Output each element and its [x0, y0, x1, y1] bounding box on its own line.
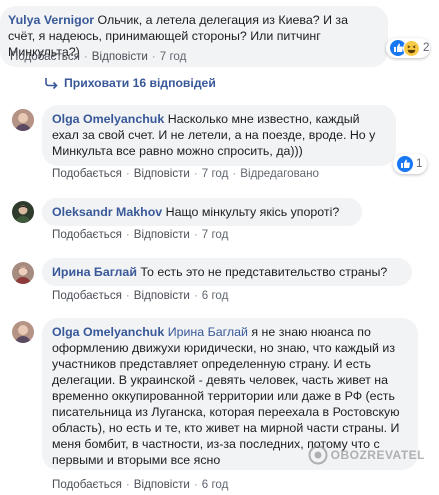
comment-text: То есть это не представительство страны?: [140, 265, 388, 279]
avatar[interactable]: [12, 201, 34, 223]
like-link[interactable]: Подобається: [10, 50, 80, 63]
reaction-count: 2: [423, 42, 430, 54]
reply-link[interactable]: Відповісти: [134, 167, 190, 180]
timestamp[interactable]: 7 год: [160, 50, 187, 63]
haha-reaction-icon: [403, 39, 420, 57]
comment-author[interactable]: Ирина Баглай: [52, 265, 137, 279]
timestamp[interactable]: 6 год: [202, 289, 229, 302]
like-link[interactable]: Подобається: [52, 167, 122, 180]
like-link[interactable]: Подобається: [52, 228, 122, 241]
timestamp[interactable]: 7 год: [202, 228, 229, 241]
comment-actions: Подобається · Відповісти · 6 год: [52, 289, 229, 302]
comment-author[interactable]: Yulya Vernigor: [8, 13, 94, 27]
like-link[interactable]: Подобається: [52, 289, 122, 302]
reply-bubble: Olga Omelyanchuk Насколько мне известно,…: [42, 105, 396, 166]
mention-link[interactable]: Ирина Баглай: [168, 325, 248, 339]
avatar[interactable]: [12, 109, 34, 131]
comment-actions: Подобається · Відповісти · 7 год: [52, 228, 229, 241]
reply-bubble: Ирина Баглай То есть это не представител…: [42, 258, 412, 286]
comment-author[interactable]: Oleksandr Makhov: [52, 205, 162, 219]
like-reaction-icon: [397, 156, 413, 172]
timestamp[interactable]: 7 год: [202, 167, 229, 180]
reaction-count: 1: [416, 158, 423, 170]
watermark-logo-icon: [308, 445, 328, 465]
comment-actions: Подобається · Відповісти · 7 год: [10, 50, 187, 63]
like-link[interactable]: Подобається: [52, 478, 122, 491]
reply-link[interactable]: Відповісти: [134, 289, 190, 302]
watermark-text: OBOZREVATEL: [330, 448, 425, 462]
avatar[interactable]: [12, 262, 34, 284]
reply-bubble: Oleksandr Makhov Нащо мінкульту якісь уп…: [42, 198, 362, 226]
comment-text: Нащо мінкульту якісь упороті?: [165, 205, 340, 219]
avatar[interactable]: [12, 321, 34, 343]
timestamp[interactable]: 6 год: [202, 478, 229, 491]
reply-link[interactable]: Відповісти: [134, 478, 190, 491]
reaction-summary[interactable]: 2: [386, 38, 430, 58]
reaction-summary[interactable]: 1: [393, 154, 427, 174]
reply-link[interactable]: Відповісти: [134, 228, 190, 241]
comment-author[interactable]: Olga Omelyanchuk: [52, 325, 164, 339]
watermark: OBOZREVATEL: [308, 445, 425, 465]
comment-actions: Подобається · Відповісти · 7 год · Відредагова…: [52, 167, 319, 180]
comment-author[interactable]: Olga Omelyanchuk: [52, 112, 164, 126]
comment-actions: Подобається · Відповісти · 6 год: [52, 478, 229, 491]
replies-arrow-icon: [44, 76, 60, 90]
hide-replies-label: Приховати 16 відповідей: [64, 76, 216, 90]
hide-replies-toggle[interactable]: Приховати 16 відповідей: [44, 76, 216, 90]
edited-label[interactable]: Відредаговано: [240, 167, 319, 180]
reply-link[interactable]: Відповісти: [92, 50, 148, 63]
